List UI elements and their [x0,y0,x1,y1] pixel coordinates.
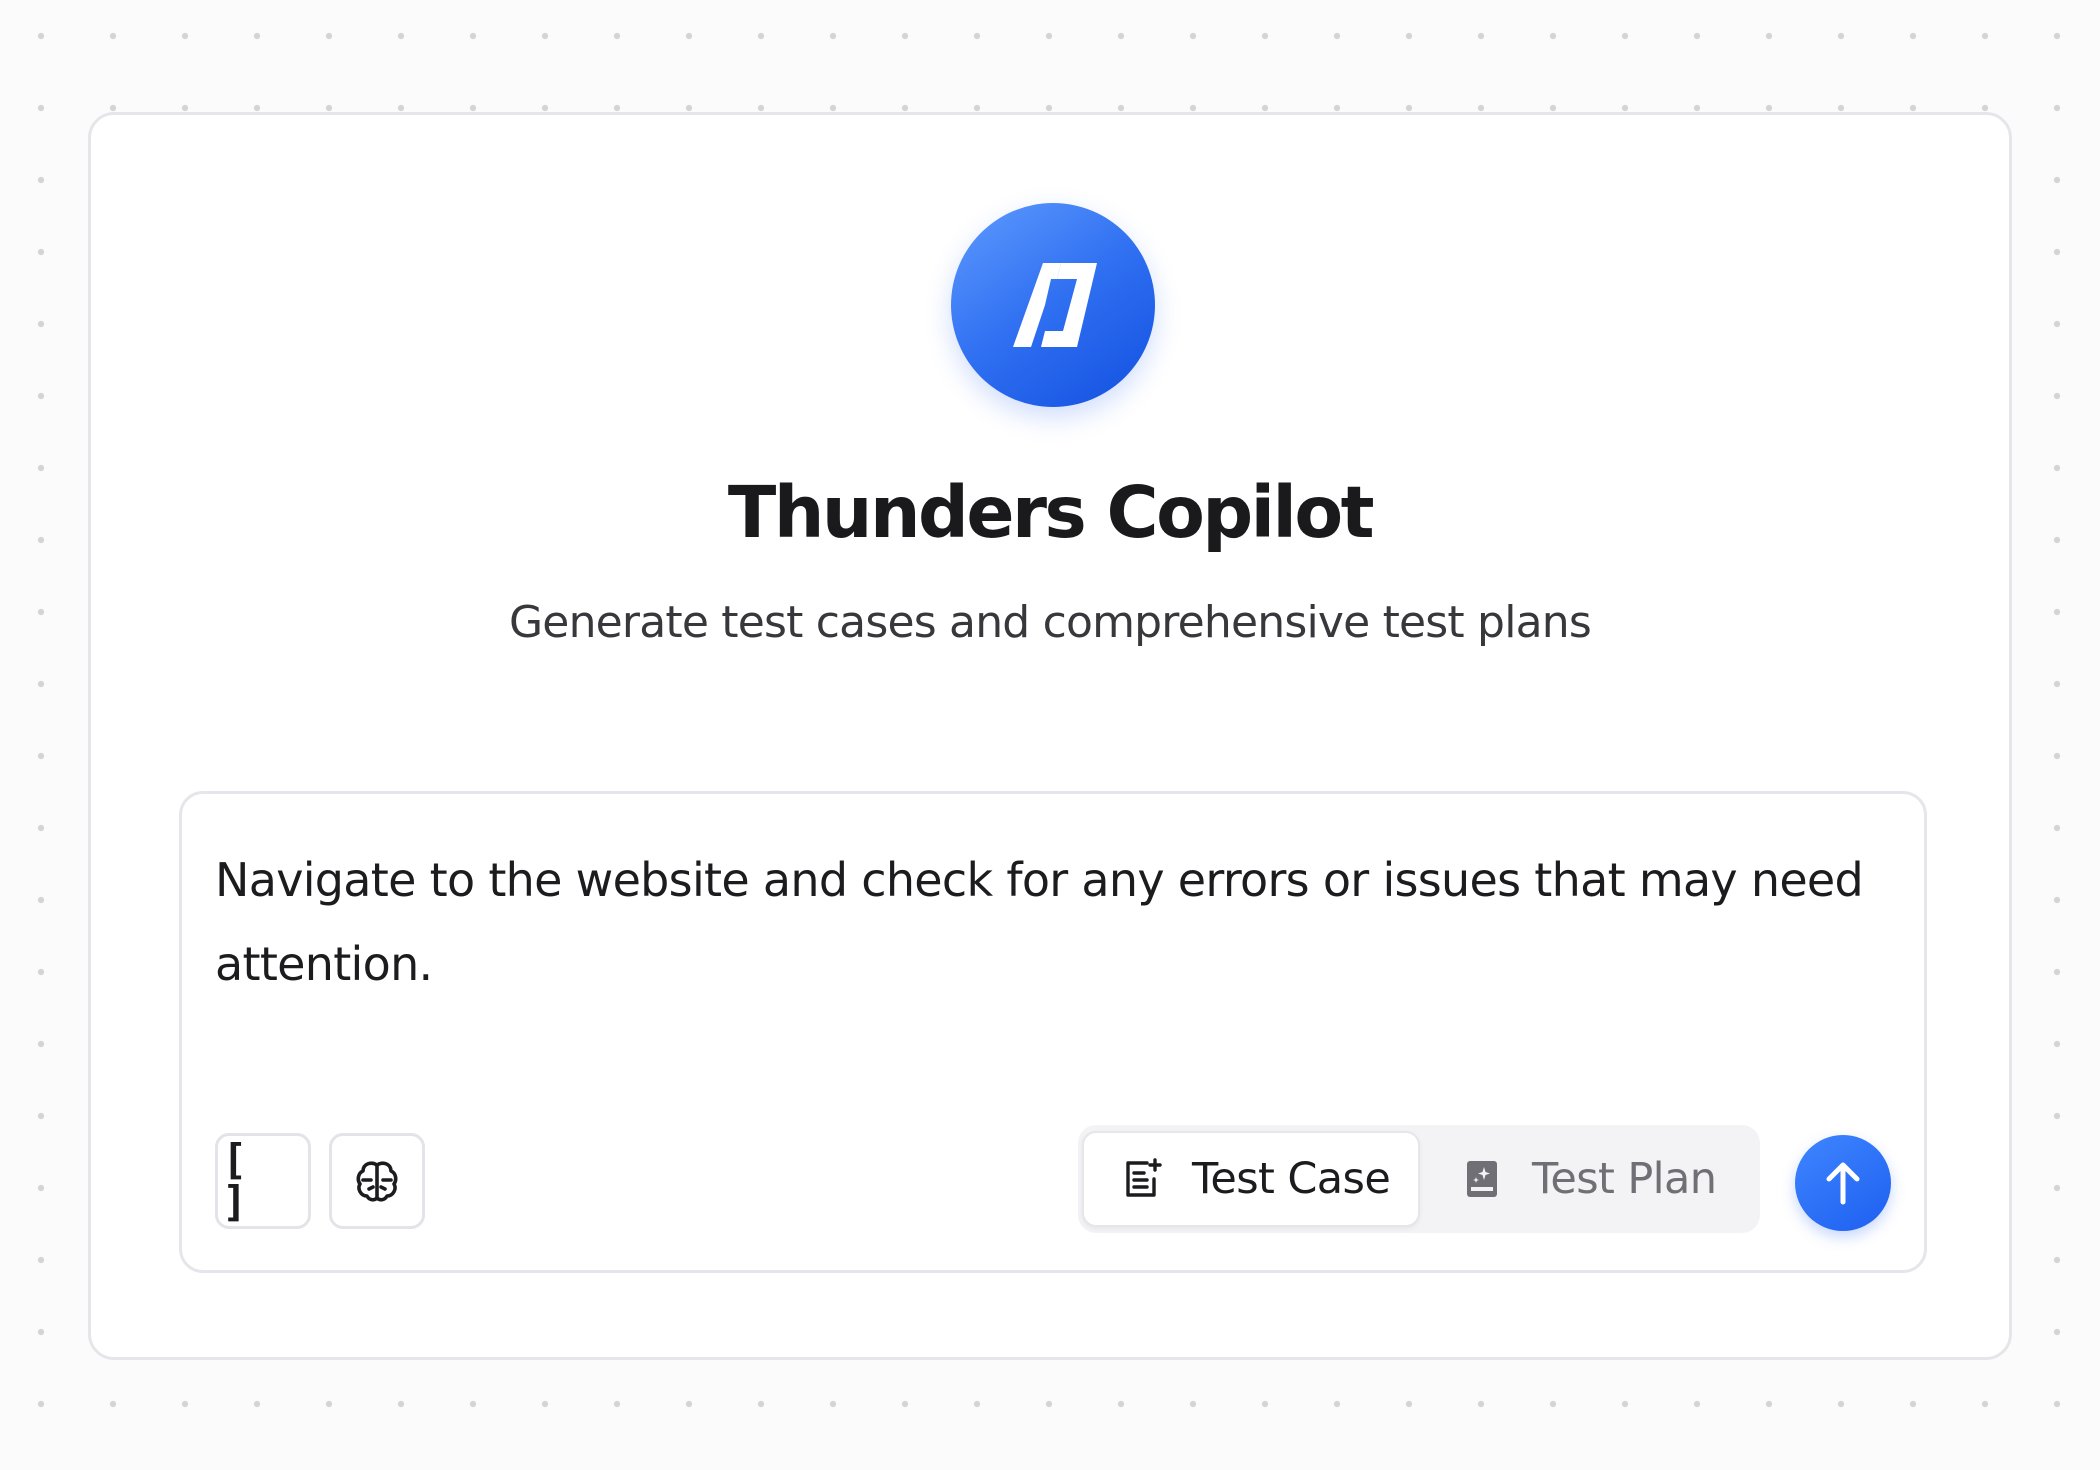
mode-test-case-label: Test Case [1192,1154,1391,1204]
brain-icon [356,1161,398,1202]
document-sparkle-icon [1126,1158,1162,1197]
page-subtitle: Generate test cases and comprehensive te… [509,597,1592,648]
mode-test-case[interactable]: Test Case [1082,1131,1420,1227]
mode-test-plan-label: Test Plan [1532,1154,1717,1204]
prompt-composer: Navigate to the website and check for an… [179,791,1927,1273]
page-title: Thunders Copilot [727,471,1375,554]
arrow-up-icon [1826,1162,1860,1205]
variables-brackets-icon: [ ] [222,1135,254,1226]
mode-toggle: Test Case Test Plan [1078,1125,1760,1233]
prompt-input[interactable]: Navigate to the website and check for an… [215,838,1895,1058]
notebook-sparkle-icon [1467,1161,1497,1197]
mode-test-plan[interactable]: Test Plan [1424,1131,1754,1227]
reasoning-button[interactable] [329,1133,425,1229]
variables-button[interactable]: [ ] [215,1133,311,1229]
thunders-logo [951,203,1155,407]
copilot-card: Thunders Copilot Generate test cases and… [88,112,2012,1360]
send-button[interactable] [1795,1135,1891,1231]
bolt-bracket-logo-icon [1013,263,1097,347]
